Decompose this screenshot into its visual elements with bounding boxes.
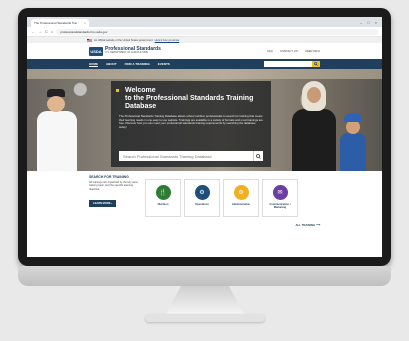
close-window-icon[interactable]: × bbox=[375, 20, 377, 25]
gov-banner-text: An official website of the United States… bbox=[94, 38, 153, 42]
browser-screen: The Professional Standards Trai × – □ × … bbox=[27, 17, 382, 257]
training-cards: 🍴 Nutrition ⚙ Operations ⚙ Administratio… bbox=[145, 179, 298, 227]
browser-tab[interactable]: The Professional Standards Trai × bbox=[31, 19, 89, 27]
url-field[interactable]: professionalstandards.fns.usda.gov bbox=[56, 28, 378, 35]
site-search bbox=[264, 61, 320, 67]
hero-panel: Welcome to the Professional Standards Tr… bbox=[111, 81, 271, 167]
woman-figure bbox=[292, 81, 336, 171]
training-intro-text: All trainings are organized by the key a… bbox=[89, 181, 139, 191]
monitor-frame: The Professional Standards Trai × – □ × … bbox=[18, 8, 391, 266]
maximize-icon[interactable]: □ bbox=[367, 20, 369, 25]
nav-find-training[interactable]: FIND A TRAINING bbox=[125, 62, 150, 66]
site-search-input[interactable] bbox=[264, 61, 312, 67]
minimize-icon[interactable]: – bbox=[360, 20, 362, 25]
training-heading: SEARCH FOR TRAINING bbox=[89, 175, 129, 179]
nav-about[interactable]: ABOUT bbox=[106, 62, 117, 66]
card-communication[interactable]: ✉ Communication / Marketing bbox=[262, 179, 298, 217]
fork-knife-icon: 🍴 bbox=[155, 185, 171, 200]
hero-title: Welcome to the Professional Standards Tr… bbox=[125, 87, 254, 110]
card-nutrition[interactable]: 🍴 Nutrition bbox=[145, 179, 181, 217]
card-operations[interactable]: ⚙ Operations bbox=[184, 179, 220, 217]
card-administration[interactable]: ⚙ Administration bbox=[223, 179, 259, 217]
hero-search bbox=[119, 151, 263, 161]
chef-figure bbox=[33, 89, 81, 171]
card-label: Nutrition bbox=[157, 203, 169, 206]
reload-icon[interactable]: C bbox=[45, 29, 48, 34]
card-label: Operations bbox=[195, 203, 209, 206]
contact-link[interactable]: CONTACT US bbox=[280, 49, 298, 53]
window-controls: – □ × bbox=[360, 20, 382, 25]
gov-banner-link[interactable]: Here's how you know bbox=[155, 39, 180, 42]
tab-close-icon[interactable]: × bbox=[84, 21, 86, 25]
forward-icon[interactable]: → bbox=[38, 29, 42, 34]
hero-description: The Professional Standards Training Data… bbox=[119, 114, 263, 129]
search-icon[interactable] bbox=[312, 61, 320, 67]
accent-square bbox=[116, 89, 119, 92]
nav-events[interactable]: EVENTS bbox=[158, 62, 170, 66]
monitor-chin bbox=[18, 266, 391, 286]
browser-tab-bar: The Professional Standards Trai × – □ × bbox=[27, 17, 382, 27]
gear-icon: ⚙ bbox=[233, 185, 249, 200]
usda-logo[interactable]: USDA bbox=[89, 46, 103, 56]
card-label: Communication / Marketing bbox=[269, 203, 291, 210]
hero-banner: Welcome to the Professional Standards Tr… bbox=[27, 69, 382, 171]
training-intro: SEARCH FOR TRAINING All trainings are or… bbox=[89, 175, 139, 227]
child-figure bbox=[338, 113, 368, 171]
search-icon[interactable] bbox=[253, 151, 263, 161]
site-header: USDA Professional Standards U.S. DEPARTM… bbox=[27, 43, 382, 59]
user-info-link[interactable]: USER INFO bbox=[305, 49, 320, 53]
hero-search-input[interactable] bbox=[119, 151, 253, 161]
main-nav: HOME ABOUT FIND A TRAINING EVENTS bbox=[27, 59, 382, 69]
learn-more-button[interactable]: LEARN MORE › bbox=[89, 200, 117, 208]
gear-icon: ⚙ bbox=[194, 185, 210, 200]
us-flag-icon bbox=[87, 38, 92, 42]
home-icon[interactable]: ⌂ bbox=[51, 29, 53, 34]
tab-title: The Professional Standards Trai bbox=[34, 21, 77, 25]
all-training-link[interactable]: ALL TRAINING ⟶ bbox=[296, 223, 320, 227]
faq-link[interactable]: FAQ bbox=[267, 49, 273, 53]
search-for-training-section: SEARCH FOR TRAINING All trainings are or… bbox=[27, 171, 382, 231]
nav-home[interactable]: HOME bbox=[89, 62, 98, 67]
address-bar: ← → C ⌂ professionalstandards.fns.usda.g… bbox=[27, 27, 382, 37]
monitor-base bbox=[145, 314, 265, 322]
header-links: FAQ CONTACT US USER INFO bbox=[267, 49, 320, 53]
site-title: Professional Standards U.S. DEPARTMENT O… bbox=[105, 47, 161, 54]
back-icon[interactable]: ← bbox=[31, 29, 35, 34]
envelope-icon: ✉ bbox=[272, 185, 288, 200]
monitor-stand bbox=[165, 286, 245, 316]
site-title-sub: U.S. DEPARTMENT OF AGRICULTURE bbox=[105, 51, 148, 55]
card-label: Administration bbox=[231, 203, 251, 206]
